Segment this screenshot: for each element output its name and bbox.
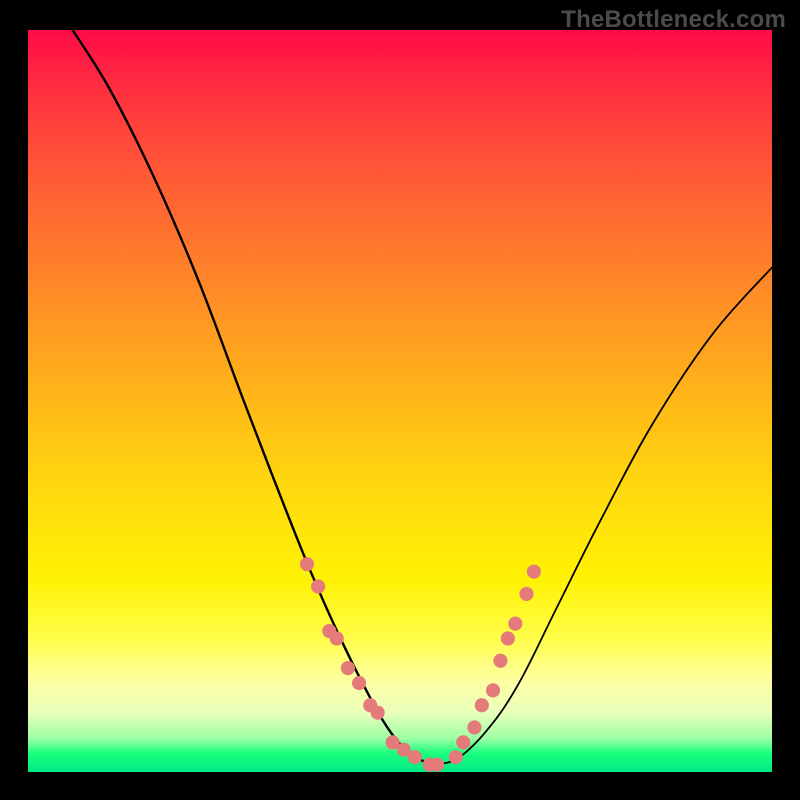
data-marker: [352, 676, 366, 690]
data-marker: [467, 720, 481, 734]
data-marker: [519, 587, 533, 601]
data-marker: [371, 706, 385, 720]
data-marker: [408, 750, 422, 764]
data-marker: [508, 617, 522, 631]
data-marker: [456, 735, 470, 749]
data-marker: [330, 631, 344, 645]
bottleneck-curve-left: [73, 30, 438, 765]
data-marker: [449, 750, 463, 764]
data-marker: [300, 557, 314, 571]
data-marker: [527, 565, 541, 579]
plot-area: [28, 30, 772, 772]
data-marker: [341, 661, 355, 675]
data-markers: [300, 557, 541, 771]
data-marker: [475, 698, 489, 712]
data-marker: [430, 758, 444, 772]
curve-layer: [28, 30, 772, 772]
data-marker: [493, 654, 507, 668]
data-marker: [486, 683, 500, 697]
data-marker: [311, 579, 325, 593]
chart-frame: TheBottleneck.com: [0, 0, 800, 800]
watermark-text: TheBottleneck.com: [561, 6, 786, 34]
data-marker: [501, 631, 515, 645]
